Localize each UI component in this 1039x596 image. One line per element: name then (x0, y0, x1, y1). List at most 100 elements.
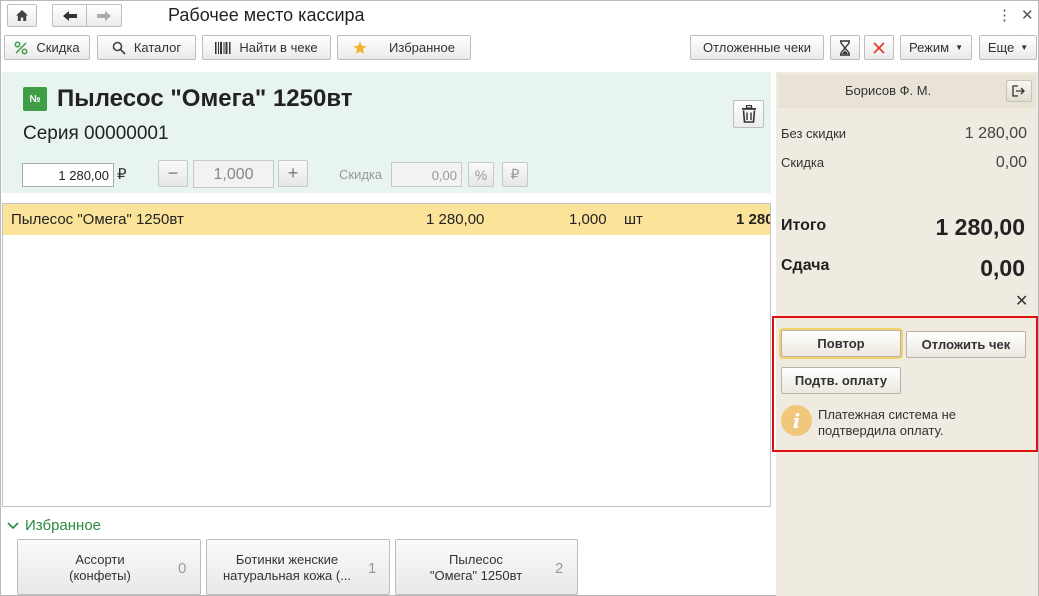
decrease-qty-button[interactable]: − (158, 160, 188, 187)
row-unit: шт (624, 211, 643, 228)
favorites-button[interactable]: Избранное (337, 35, 471, 60)
cancel-button[interactable] (864, 35, 894, 60)
arrow-left-icon (62, 10, 77, 21)
favorites-section-toggle[interactable]: Избранное (7, 517, 101, 534)
ruble-sign: ₽ (510, 166, 520, 182)
check-items-table[interactable]: Пылесос "Омега" 1250вт 1 280,00 1,000 шт… (2, 203, 771, 507)
mode-dropdown[interactable]: Режим ▼ (900, 35, 972, 60)
chevron-down-icon: ▼ (1020, 43, 1029, 52)
no-discount-value: 1 280,00 (964, 125, 1027, 142)
number-badge-icon: № (23, 87, 47, 111)
search-icon (112, 41, 126, 55)
change-value: 0,00 (980, 255, 1025, 281)
currency-sign: ₽ (117, 166, 127, 183)
item-name: Пылесос "Омега" 1250вт (57, 85, 353, 112)
item-discount-input[interactable]: 0,00 (391, 162, 462, 187)
discount-button-label: Скидка (36, 40, 80, 55)
favorite-line2: натуральная кожа (... (222, 568, 352, 583)
row-name: Пылесос "Омега" 1250вт (11, 211, 184, 228)
logout-button[interactable] (1006, 80, 1032, 102)
window-title: Рабочее место кассира (168, 5, 365, 25)
favorites-button-label: Избранное (389, 40, 455, 55)
favorite-tile[interactable]: Ассорти (конфеты) 0 (17, 539, 201, 595)
barcode-icon (215, 41, 231, 55)
title-bar: Рабочее место кассира ⋮ ✕ (1, 1, 1038, 31)
repeat-button[interactable]: Повтор (781, 330, 901, 357)
deferred-checks-button[interactable]: Отложенные чеки (690, 35, 824, 60)
row-sum: 1 280 (736, 211, 771, 228)
percent-icon (14, 41, 28, 55)
favorite-tile[interactable]: Пылесос "Омега" 1250вт 2 (395, 539, 578, 595)
mode-label: Режим (908, 40, 950, 55)
defer-check-button[interactable]: Отложить чек (906, 331, 1026, 358)
info-line-1: Платежная система не (818, 407, 957, 422)
chevron-down-icon: ▼ (955, 43, 963, 52)
increase-qty-button[interactable]: + (278, 160, 308, 187)
item-series: Серия 00000001 (23, 123, 169, 144)
close-icon (873, 41, 885, 54)
hourglass-button[interactable] (830, 35, 860, 60)
favorite-title: Ботинки женские натуральная кожа (... (207, 552, 367, 584)
find-in-check-label: Найти в чеке (239, 40, 318, 55)
row-price: 1 280,00 (426, 211, 485, 228)
star-icon (353, 41, 367, 55)
discount-button[interactable]: Скидка (4, 35, 90, 60)
favorite-line1: Пылесос (449, 552, 503, 567)
confirm-payment-label: Подтв. оплату (794, 373, 888, 388)
more-vert-icon[interactable]: ⋮ (997, 6, 1012, 24)
no-discount-label: Без скидки (781, 126, 847, 141)
percent-sign: % (474, 166, 488, 183)
catalog-button-label: Каталог (133, 40, 182, 55)
info-line-2: подтвердила оплату. (818, 423, 944, 438)
item-discount-label: Скидка (339, 167, 383, 182)
toolbar: Скидка Каталог Найти в чеке Избранное От… (1, 35, 1038, 63)
plus-icon: + (287, 163, 299, 183)
cashier-window: Рабочее место кассира ⋮ ✕ Скидка Каталог… (0, 0, 1039, 596)
delete-item-button[interactable] (733, 100, 764, 128)
repeat-label: Повтор (817, 336, 865, 351)
logout-icon (1012, 85, 1025, 97)
favorite-title: Пылесос "Омега" 1250вт (396, 552, 556, 584)
favorite-line1: Ассорти (75, 552, 125, 567)
discount-ruble-button[interactable]: ₽ (502, 162, 528, 187)
info-icon: i (781, 405, 812, 436)
deferred-checks-label: Отложенные чеки (702, 40, 812, 55)
home-button[interactable] (7, 4, 37, 27)
total-value: 1 280,00 (935, 214, 1025, 240)
hourglass-icon (840, 39, 850, 56)
change-label: Сдача (781, 257, 830, 274)
clear-close-icon[interactable]: ✕ (1015, 291, 1028, 311)
favorite-title: Ассорти (конфеты) (18, 552, 182, 584)
row-qty: 1,000 (569, 211, 607, 228)
payment-info-message: Платежная система не подтвердила оплату. (818, 407, 1018, 439)
discount-percent-button[interactable]: % (468, 162, 494, 187)
favorite-line1: Ботинки женские (235, 552, 339, 567)
favorites-header: Избранное (25, 517, 102, 534)
table-row[interactable]: Пылесос "Омега" 1250вт 1 280,00 1,000 шт… (3, 204, 771, 235)
more-dropdown[interactable]: Еще ▼ (979, 35, 1037, 60)
find-in-check-button[interactable]: Найти в чеке (202, 35, 331, 60)
arrow-right-icon (97, 10, 111, 21)
favorite-number: 2 (555, 560, 564, 577)
more-label: Еще (987, 40, 1015, 55)
minus-icon: − (167, 163, 179, 183)
favorite-tile[interactable]: Ботинки женские натуральная кожа (... 1 (206, 539, 390, 595)
discount-total-label: Скидка (781, 155, 825, 170)
chevron-down-icon (7, 521, 19, 529)
favorite-number: 1 (368, 560, 377, 577)
price-input[interactable]: 1 280,00 (22, 163, 114, 187)
close-window-icon[interactable]: ✕ (1021, 6, 1034, 24)
catalog-button[interactable]: Каталог (97, 35, 196, 60)
defer-check-label: Отложить чек (921, 337, 1011, 352)
trash-icon (741, 105, 756, 123)
quantity-input[interactable]: 1,000 (193, 160, 274, 188)
favorite-number: 0 (178, 560, 187, 577)
back-button[interactable] (52, 4, 87, 27)
total-label: Итого (781, 217, 827, 234)
discount-total-value: 0,00 (995, 154, 1027, 171)
favorite-line2: (конфеты) (69, 568, 131, 583)
forward-button[interactable] (86, 4, 122, 27)
confirm-payment-button[interactable]: Подтв. оплату (781, 367, 901, 394)
cashier-name: Борисов Ф. М. (845, 83, 932, 98)
home-icon (16, 10, 28, 21)
